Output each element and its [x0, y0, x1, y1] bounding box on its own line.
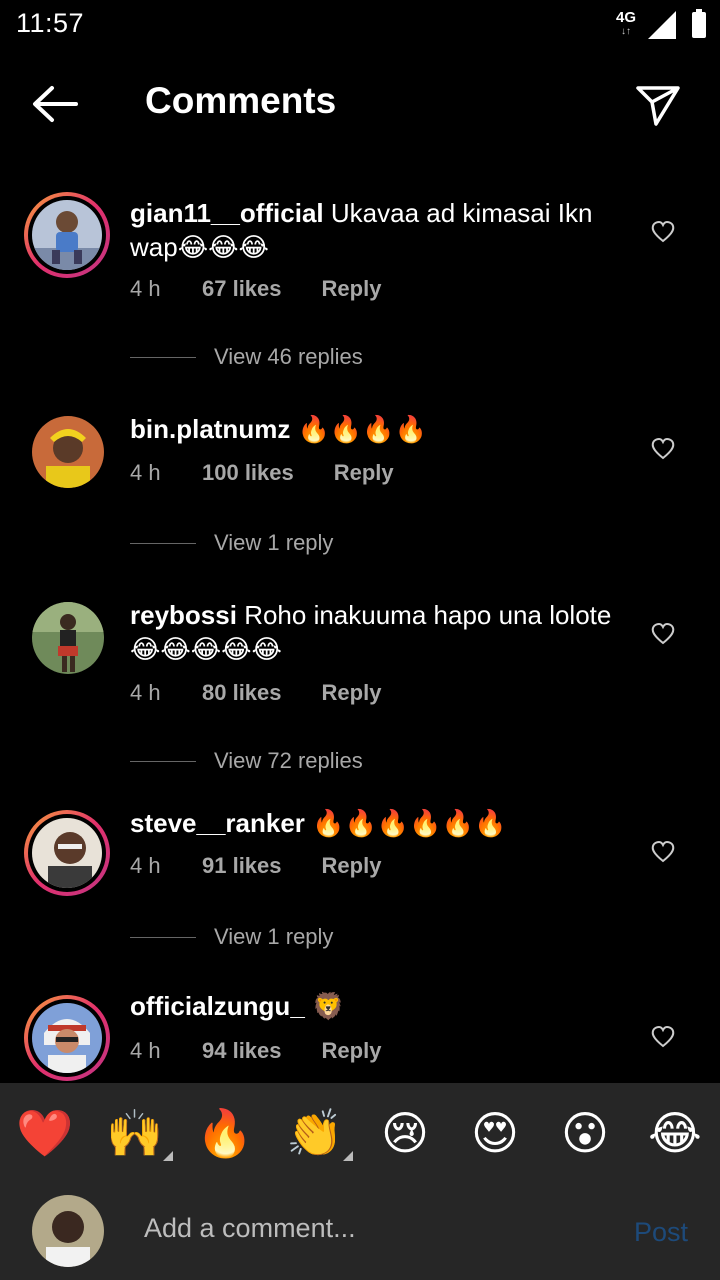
avatar-story-ring[interactable]: [24, 192, 110, 278]
data-arrows-icon: ↓↑: [620, 26, 631, 37]
replies-divider: [130, 356, 196, 358]
page-title: Comments: [145, 80, 337, 121]
user-avatar: [32, 1195, 104, 1267]
like-heart-icon[interactable]: [650, 220, 676, 244]
avatar: [32, 1003, 102, 1073]
view-replies-button[interactable]: View 1 reply: [130, 924, 333, 950]
comment-body: 🔥🔥🔥🔥🔥🔥: [312, 808, 507, 838]
status-time: 11:57: [16, 8, 85, 38]
comment-text: steve__ranker 🔥🔥🔥🔥🔥🔥: [130, 806, 630, 840]
network-indicator: 4G ↓↑: [615, 9, 636, 37]
reply-button[interactable]: Reply: [322, 276, 382, 302]
like-heart-icon[interactable]: [650, 840, 676, 864]
avatar-story-ring[interactable]: [24, 995, 110, 1081]
comment-meta: 4 h 100 likes Reply: [130, 460, 394, 486]
comment-username[interactable]: officialzungu_: [130, 991, 305, 1021]
avatar: [32, 200, 102, 270]
heart-eyes-reaction[interactable]: 😍: [463, 1106, 527, 1160]
comment-likes[interactable]: 67 likes: [202, 276, 282, 302]
avatar: [32, 818, 102, 888]
replies-divider: [130, 936, 196, 938]
skin-tone-indicator: [343, 1150, 353, 1161]
post-button[interactable]: Post: [634, 1217, 688, 1248]
comment-input[interactable]: Add a comment...: [144, 1213, 356, 1244]
comment-meta: 4 h 67 likes Reply: [130, 276, 381, 302]
comment-meta: 4 h 80 likes Reply: [130, 680, 381, 706]
status-icons: 4G ↓↑: [615, 9, 706, 40]
battery-icon: [692, 9, 706, 38]
comment-text: officialzungu_ 🦁: [130, 989, 630, 1023]
signal-icon: [648, 11, 676, 39]
comment-body: 🦁: [312, 991, 345, 1021]
comment-username[interactable]: bin.platnumz: [130, 414, 290, 444]
laughing-reaction[interactable]: 😂: [643, 1106, 707, 1160]
comment-likes[interactable]: 100 likes: [202, 460, 294, 486]
reply-button[interactable]: Reply: [322, 853, 382, 879]
back-arrow-icon[interactable]: [30, 84, 80, 124]
surprised-reaction[interactable]: 😮: [553, 1106, 617, 1160]
replies-divider: [130, 542, 196, 544]
header: Comments: [0, 60, 720, 150]
view-replies-button[interactable]: View 46 replies: [130, 344, 363, 370]
comment-meta: 4 h 91 likes Reply: [130, 853, 381, 879]
crying-reaction[interactable]: 😢: [373, 1106, 437, 1160]
comment-composer: Add a comment... Post: [0, 1183, 720, 1280]
reply-button[interactable]: Reply: [334, 460, 394, 486]
comment-time: 4 h: [130, 276, 161, 301]
view-replies-button[interactable]: View 1 reply: [130, 530, 333, 556]
comment-time: 4 h: [130, 853, 161, 878]
skin-tone-indicator: [163, 1150, 173, 1161]
avatar[interactable]: [32, 416, 104, 488]
reply-button[interactable]: Reply: [322, 1038, 382, 1064]
comments-list[interactable]: gian11__official Ukavaa ad kimasai Ikn w…: [0, 190, 720, 1083]
avatar-story-ring[interactable]: [24, 810, 110, 896]
comment-username[interactable]: reybossi: [130, 600, 237, 630]
comment-likes[interactable]: 91 likes: [202, 853, 282, 879]
comment-likes[interactable]: 94 likes: [202, 1038, 282, 1064]
view-replies-button[interactable]: View 72 replies: [130, 748, 363, 774]
like-heart-icon[interactable]: [650, 1025, 676, 1049]
comment-text: reybossi Roho inakuuma hapo una lolote 😂…: [130, 598, 630, 666]
comment-time: 4 h: [130, 460, 161, 485]
like-heart-icon[interactable]: [650, 437, 676, 461]
heart-reaction[interactable]: ❤️: [13, 1106, 77, 1161]
comment-username[interactable]: steve__ranker: [130, 808, 305, 838]
fire-reaction[interactable]: 🔥: [193, 1106, 257, 1161]
avatar[interactable]: [32, 602, 104, 674]
comment-username[interactable]: gian11__official: [130, 198, 324, 228]
comment-time: 4 h: [130, 1038, 161, 1063]
raised-hands-reaction[interactable]: 🙌: [103, 1106, 173, 1161]
replies-divider: [130, 760, 196, 762]
comment-body: 🔥🔥🔥🔥: [297, 414, 428, 444]
comment-text: bin.platnumz 🔥🔥🔥🔥: [130, 412, 630, 446]
send-direct-icon[interactable]: [634, 80, 682, 128]
comment-likes[interactable]: 80 likes: [202, 680, 282, 706]
comment-time: 4 h: [130, 680, 161, 705]
clapping-reaction[interactable]: 👏: [283, 1106, 353, 1161]
quick-reaction-bar: ❤️ 🙌 🔥 👏 😢 😍 😮 😂: [0, 1083, 720, 1183]
reply-button[interactable]: Reply: [322, 680, 382, 706]
comment-meta: 4 h 94 likes Reply: [130, 1038, 381, 1064]
status-bar: 11:57 4G ↓↑: [0, 0, 720, 50]
like-heart-icon[interactable]: [650, 622, 676, 646]
comment-text: gian11__official Ukavaa ad kimasai Ikn w…: [130, 196, 630, 264]
